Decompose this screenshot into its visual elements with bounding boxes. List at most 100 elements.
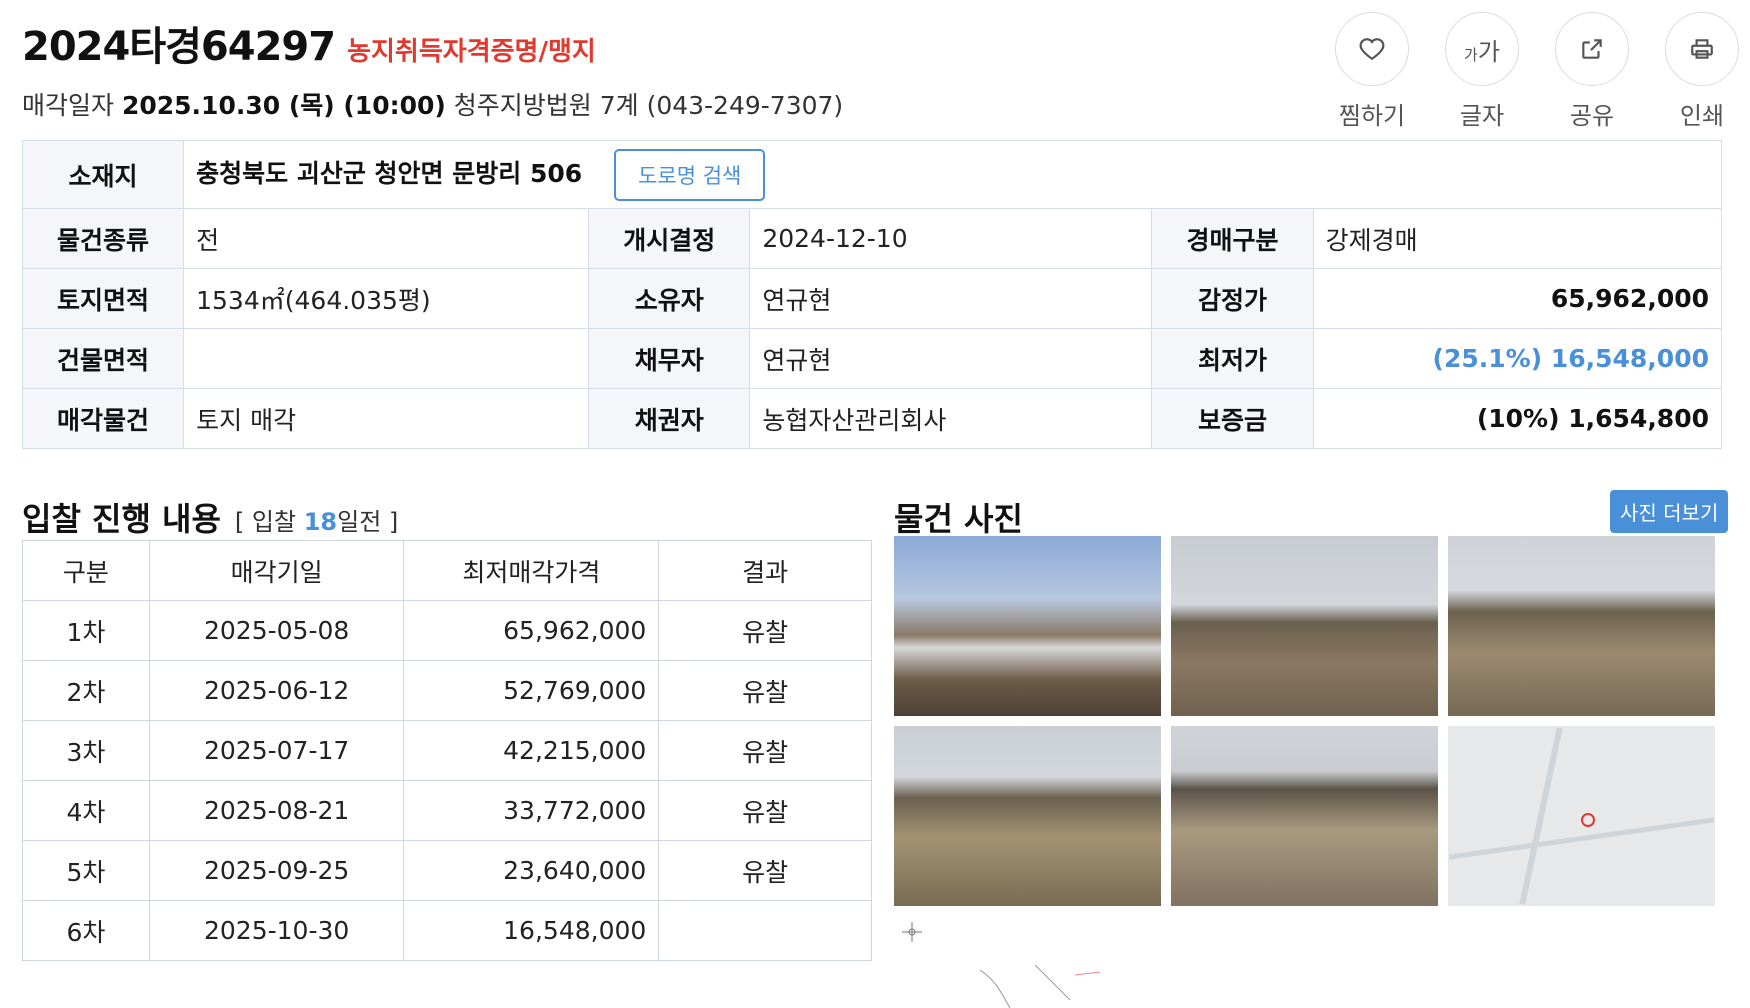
property-photo[interactable] [894, 726, 1161, 906]
sale-date: 2025-06-12 [148, 660, 405, 721]
property-photo[interactable] [1171, 726, 1438, 906]
sale-date: 2025-08-21 [148, 780, 405, 841]
min-price: 23,640,000 [403, 840, 660, 901]
column-header: 결과 [658, 540, 872, 601]
road-name-search-button[interactable]: 도로명 검색 [614, 148, 766, 201]
info-header: 경매구분 [1151, 208, 1314, 269]
result [658, 900, 872, 961]
deposit-price: (10%) 1,654,800 [1312, 388, 1723, 449]
info-value: 강제경매 [1312, 208, 1723, 269]
share-circle [1555, 12, 1629, 86]
map-marker-icon [1581, 813, 1595, 827]
photo-grid [894, 536, 1716, 906]
result: 유찰 [658, 660, 872, 721]
info-value [183, 328, 590, 389]
min-price: 16,548,000 [403, 900, 660, 961]
info-header: 감정가 [1151, 268, 1314, 329]
bid-title: 입찰 진행 내용 [22, 500, 221, 538]
share-button[interactable]: 공유 [1554, 12, 1630, 131]
round: 4차 [22, 780, 150, 841]
favorite-label: 찜하기 [1338, 102, 1406, 130]
info-header: 건물면적 [21, 328, 185, 389]
bid-countdown: [ 입찰 18일전 ] [234, 508, 399, 536]
print-button[interactable]: 인쇄 [1664, 12, 1740, 131]
bid-table-header-row: 구분 매각기일 최저매각가격 결과 [22, 540, 872, 601]
court-info: 청주지방법원 7계 (043-249-7307) [453, 91, 844, 120]
info-header: 채무자 [588, 328, 751, 389]
info-header: 토지면적 [21, 268, 185, 329]
round: 6차 [22, 900, 150, 961]
address-text: 충청북도 괴산군 청안면 문방리 506 [196, 158, 583, 188]
info-value: 전 [183, 208, 590, 269]
case-number: 2024타경64297 [22, 24, 336, 70]
table-row: 5차 2025-09-25 23,640,000 유찰 [22, 840, 872, 901]
address-row: 소재지 충청북도 괴산군 청안면 문방리 506 도로명 검색 [21, 140, 1722, 209]
column-header: 최저매각가격 [403, 540, 660, 601]
result: 유찰 [658, 840, 872, 901]
property-photo[interactable] [1171, 536, 1438, 716]
plot-sketch-icon [980, 964, 1101, 1008]
photo-section-title: 물건 사진 [894, 500, 1023, 538]
heart-icon [1359, 38, 1385, 61]
info-row: 물건종류 전 개시결정 2024-12-10 경매구분 강제경매 [21, 208, 1723, 269]
round: 5차 [22, 840, 150, 901]
font-size-button[interactable]: 가가 글자 [1444, 12, 1520, 131]
print-circle [1665, 12, 1739, 86]
column-header: 구분 [22, 540, 150, 601]
info-value: 연규현 [749, 268, 1153, 329]
sale-date: 2025-05-08 [148, 600, 405, 661]
case-tag: 농지취득자격증명/맹지 [347, 37, 596, 67]
info-value: 1534㎡(464.035평) [183, 268, 590, 329]
round: 3차 [22, 720, 150, 781]
result: 유찰 [658, 780, 872, 841]
info-row: 건물면적 채무자 연규현 최저가 (25.1%) 16,548,000 [21, 328, 1723, 389]
sale-datetime: 2025.10.30 (목) (10:00) [121, 91, 446, 120]
info-header: 물건종류 [21, 208, 185, 269]
property-photo[interactable] [1448, 536, 1715, 716]
address-cell: 충청북도 괴산군 청안면 문방리 506 도로명 검색 [183, 140, 1722, 209]
column-header: 매각기일 [148, 540, 405, 601]
min-price: 65,962,000 [403, 600, 660, 661]
minimum-price: (25.1%) 16,548,000 [1312, 328, 1723, 389]
table-row: 3차 2025-07-17 42,215,000 유찰 [22, 720, 872, 781]
font-size-circle: 가가 [1445, 12, 1519, 86]
round: 2차 [22, 660, 150, 721]
more-photos-button[interactable]: 사진 더보기 [1610, 490, 1729, 533]
property-photo[interactable] [894, 536, 1161, 716]
bid-section-header: 입찰 진행 내용 [ 입찰 18일전 ] [22, 494, 398, 540]
min-price: 42,215,000 [403, 720, 660, 781]
min-price: 33,772,000 [403, 780, 660, 841]
sale-date: 2025-09-25 [148, 840, 405, 901]
print-label: 인쇄 [1679, 102, 1725, 130]
print-icon [1691, 39, 1713, 59]
sale-label: 매각일자 [22, 91, 115, 120]
result: 유찰 [658, 600, 872, 661]
share-icon [1582, 39, 1602, 59]
favorite-button[interactable]: 찜하기 [1334, 12, 1410, 131]
info-header: 최저가 [1151, 328, 1314, 389]
table-row: 1차 2025-05-08 65,962,000 유찰 [22, 600, 872, 661]
info-header: 채권자 [588, 388, 751, 449]
favorite-circle [1335, 12, 1409, 86]
round: 1차 [22, 600, 150, 661]
info-value: 농협자산관리회사 [749, 388, 1153, 449]
sale-date: 2025-10-30 [148, 900, 405, 961]
info-row: 매각물건 토지 매각 채권자 농협자산관리회사 보증금 (10%) 1,654,… [21, 388, 1723, 449]
info-header: 개시결정 [588, 208, 751, 269]
action-bar: 찜하기 가가 글자 공유 인쇄 [1334, 12, 1740, 131]
result: 유찰 [658, 720, 872, 781]
property-info-table: 소재지 충청북도 괴산군 청안면 문방리 506 도로명 검색 물건종류 전 개… [21, 140, 1723, 449]
info-value: 연규현 [749, 328, 1153, 389]
location-map-photo[interactable] [1448, 726, 1715, 906]
info-header: 매각물건 [21, 388, 185, 449]
info-header: 보증금 [1151, 388, 1314, 449]
bid-history-table: 구분 매각기일 최저매각가격 결과 1차 2025-05-08 65,962,0… [22, 540, 872, 961]
map-road [1519, 727, 1563, 905]
info-value: 토지 매각 [183, 388, 590, 449]
share-label: 공유 [1569, 102, 1615, 130]
font-size-icon: 가가 [1464, 37, 1500, 66]
appraisal-price: 65,962,000 [1312, 268, 1723, 329]
compass-icon [902, 922, 922, 942]
info-header: 소유자 [588, 268, 751, 329]
case-header: 2024타경64297 농지취득자격증명/맹지 매각일자 2025.10.30 … [22, 14, 843, 122]
